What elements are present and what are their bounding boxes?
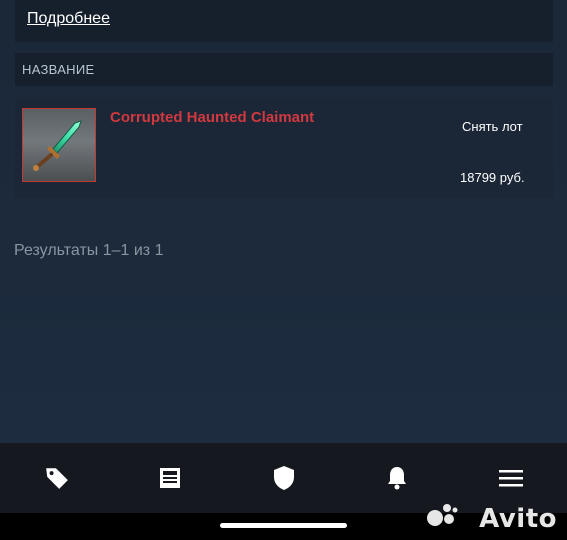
column-header-name: НАЗВАНИЕ (22, 62, 95, 77)
nav-menu[interactable] (454, 443, 567, 513)
tag-icon (45, 468, 68, 489)
news-icon (159, 468, 180, 488)
shield-icon (273, 466, 294, 490)
market-page: Подробнее НАЗВАНИЕ Corrupted Haunted Cla… (0, 0, 567, 443)
more-info-link[interactable]: Подробнее (27, 10, 110, 28)
results-count: Результаты 1–1 из 1 (14, 242, 164, 259)
top-panel: Подробнее (15, 0, 553, 42)
listing-price: 18799 руб. (460, 170, 525, 185)
home-indicator[interactable] (220, 523, 347, 528)
menu-icon (498, 470, 523, 487)
nav-news[interactable] (113, 443, 226, 513)
listing-row: Corrupted Haunted Claimant Снять лот 187… (15, 98, 553, 198)
watermark-logo-icon (427, 504, 458, 526)
nav-security[interactable] (227, 443, 340, 513)
dagger-icon (33, 120, 82, 171)
item-thumbnail[interactable] (22, 108, 96, 182)
watermark: Avito (479, 504, 557, 534)
remove-listing-button[interactable]: Снять лот (462, 119, 523, 134)
item-name-link[interactable]: Corrupted Haunted Claimant (110, 109, 314, 126)
bottom-nav (0, 443, 567, 513)
column-header: НАЗВАНИЕ (15, 53, 553, 86)
bell-icon (387, 467, 406, 490)
nav-market[interactable] (0, 443, 113, 513)
